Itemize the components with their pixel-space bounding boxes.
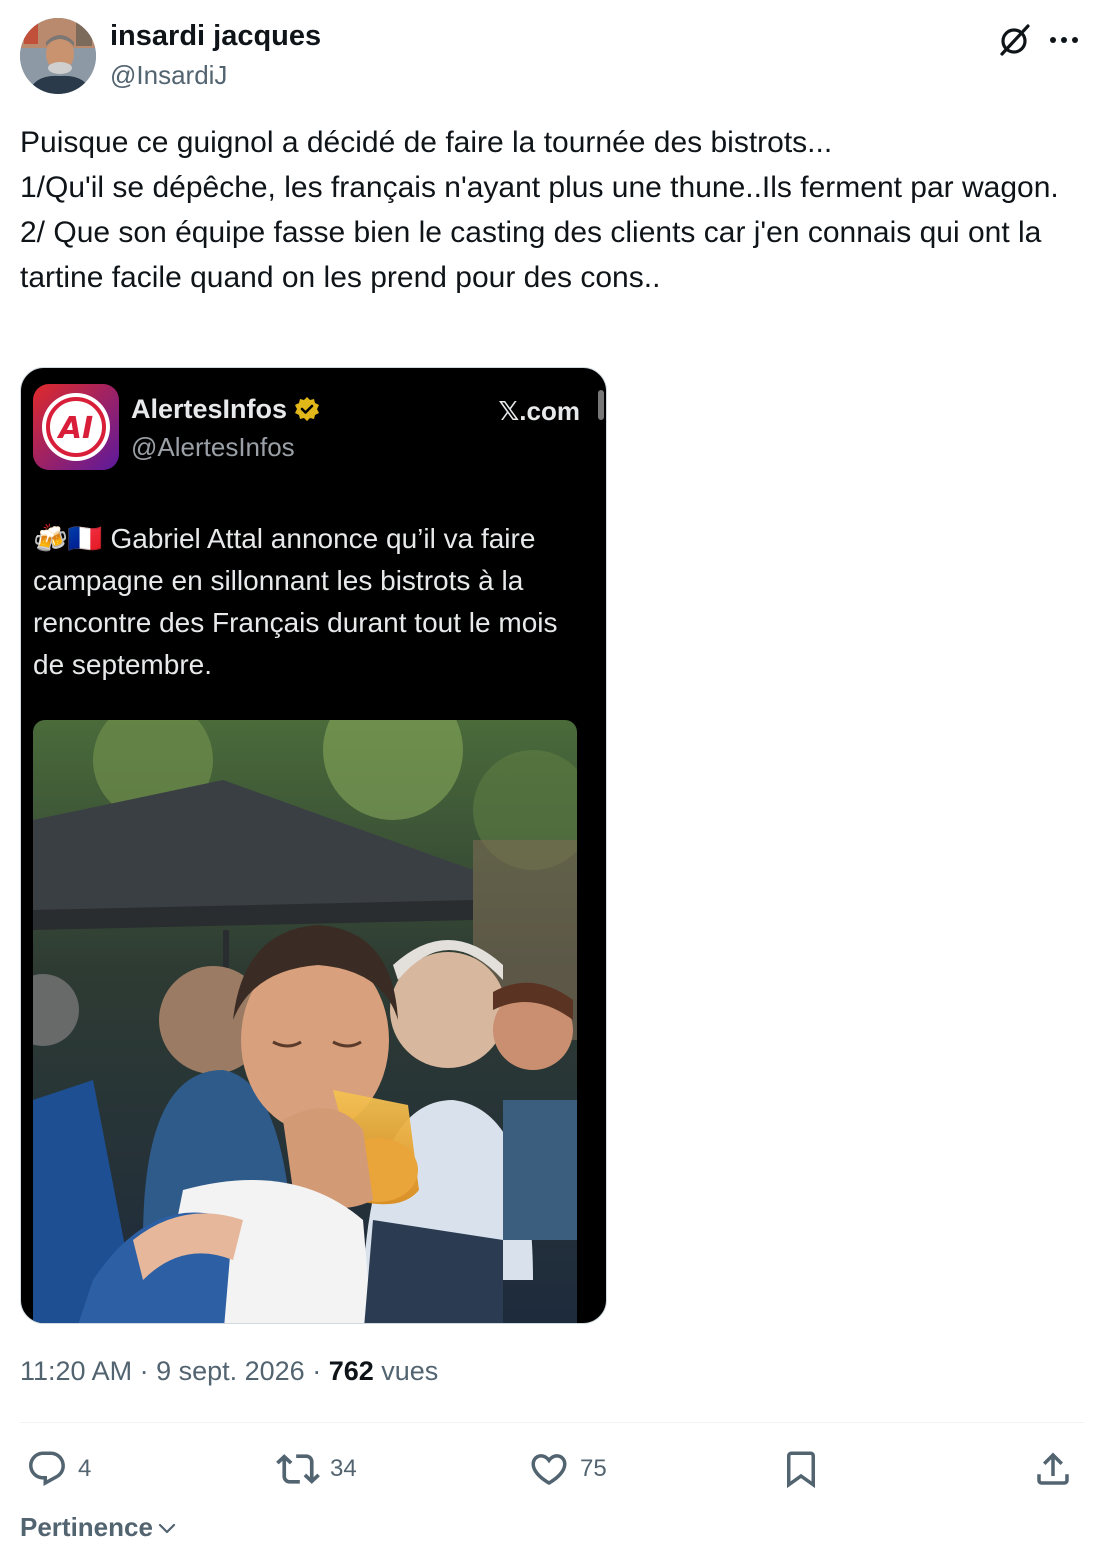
sort-label: Pertinence bbox=[20, 1512, 153, 1542]
views-label: vues bbox=[373, 1356, 439, 1386]
post-meta: 11:20 AM · 9 sept. 2026 · 762 vues bbox=[20, 1356, 438, 1387]
repost-button[interactable]: 34 bbox=[276, 1446, 357, 1492]
post-text: Puisque ce guignol a décidé de faire la … bbox=[20, 120, 1084, 300]
embed-text: 🍻🇫🇷 Gabriel Attal annonce qu’il va faire… bbox=[33, 523, 558, 680]
repost-count: 34 bbox=[330, 1455, 357, 1482]
views-count: 762 bbox=[328, 1356, 374, 1386]
post-media[interactable]: AI AlertesInfos @AlertesInfos 𝕏.com 🍻🇫🇷 … bbox=[20, 367, 607, 1324]
more-dots bbox=[1050, 37, 1078, 43]
heart-icon bbox=[531, 1454, 567, 1486]
bookmark-icon bbox=[787, 1451, 815, 1489]
share-button[interactable] bbox=[1032, 1446, 1074, 1492]
reply-button[interactable]: 4 bbox=[26, 1446, 91, 1492]
share-icon bbox=[1037, 1452, 1069, 1485]
embed-photo bbox=[33, 720, 577, 1323]
divider bbox=[20, 1422, 1084, 1423]
avatar-photo bbox=[20, 18, 96, 94]
reply-count: 4 bbox=[78, 1455, 92, 1482]
chevron-down-icon bbox=[158, 1523, 176, 1533]
embed-author-name: AlertesInfos bbox=[131, 394, 321, 425]
alertesinfos-logo: AI bbox=[33, 384, 119, 470]
more-icon[interactable] bbox=[1044, 20, 1084, 60]
embed-source-label: 𝕏.com bbox=[498, 396, 580, 426]
like-count: 75 bbox=[580, 1455, 607, 1482]
post-line-2: 1/Qu'il se dépêche, les français n'ayant… bbox=[20, 171, 1059, 204]
post-timestamp[interactable]: 11:20 AM · 9 sept. 2026 · bbox=[20, 1356, 329, 1386]
reply-sort-selector[interactable]: Pertinence bbox=[20, 1512, 177, 1543]
embed-author-handle: @AlertesInfos bbox=[131, 432, 295, 462]
like-button[interactable]: 75 bbox=[528, 1446, 607, 1492]
bookmark-button[interactable] bbox=[780, 1446, 822, 1492]
post-line-3: 2/ Que son équipe fasse bien le casting … bbox=[20, 216, 1050, 294]
post-line-1: Puisque ce guignol a décidé de faire la … bbox=[20, 126, 833, 159]
grok-icon[interactable] bbox=[994, 20, 1034, 60]
author-handle[interactable]: @InsardiJ bbox=[110, 60, 227, 91]
reply-icon bbox=[29, 1451, 65, 1486]
embed-scrollbar bbox=[598, 390, 604, 420]
svg-text:AI: AI bbox=[57, 411, 93, 446]
avatar[interactable] bbox=[20, 18, 96, 94]
verified-badge-icon bbox=[295, 396, 320, 421]
photo-illustration bbox=[33, 720, 577, 1323]
repost-icon bbox=[276, 1454, 320, 1484]
embed-name-text: AlertesInfos bbox=[131, 394, 288, 424]
author-name[interactable]: insardi jacques bbox=[110, 20, 321, 53]
logo-graphic: AI bbox=[33, 384, 119, 470]
grok-icon-glyph bbox=[1000, 24, 1030, 56]
